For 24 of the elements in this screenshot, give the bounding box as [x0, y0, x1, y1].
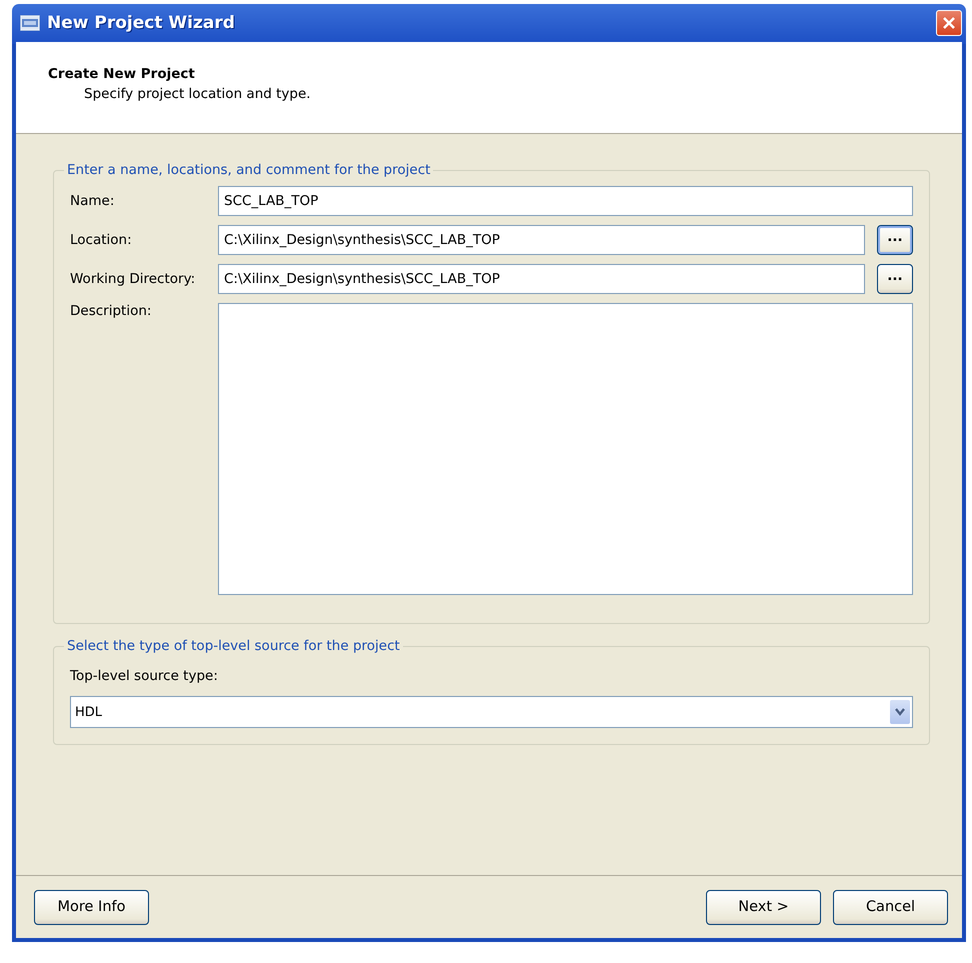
path-field[interactable]: C:\Xilinx_Design\synthesis\SCC_LAB_TOP [218, 225, 865, 255]
app-icon [20, 15, 40, 31]
field-label: Location: [70, 232, 133, 248]
window-title: New Project Wizard [47, 13, 235, 33]
close-button[interactable] [936, 10, 962, 36]
field-label: Description: [70, 303, 152, 319]
chevron-down-icon [894, 707, 906, 717]
description-field[interactable] [218, 303, 913, 595]
more-info-button[interactable]: More Info [34, 890, 149, 924]
group-title: Select the type of top-level source for the project [66, 638, 401, 654]
close-icon [942, 16, 956, 30]
field-label: Top-level source type: [70, 668, 219, 684]
dialog-button[interactable]: Next > [706, 890, 821, 924]
page-title: Create New Project [48, 66, 196, 82]
browse-button[interactable]: ... [877, 264, 913, 294]
path-field[interactable]: C:\Xilinx_Design\synthesis\SCC_LAB_TOP [218, 264, 865, 294]
field-label: Name: [70, 193, 116, 209]
group-title: Enter a name, locations, and comment for the project [66, 162, 432, 178]
name-field[interactable]: SCC_LAB_TOP [218, 186, 913, 216]
field-label: Working Directory: [70, 271, 196, 287]
dialog-button[interactable]: Cancel [833, 890, 948, 924]
page-subtitle: Specify project location and type. [83, 86, 312, 102]
source-type-dropdown[interactable]: HDL [70, 696, 913, 728]
browse-button[interactable]: ... [877, 225, 913, 255]
